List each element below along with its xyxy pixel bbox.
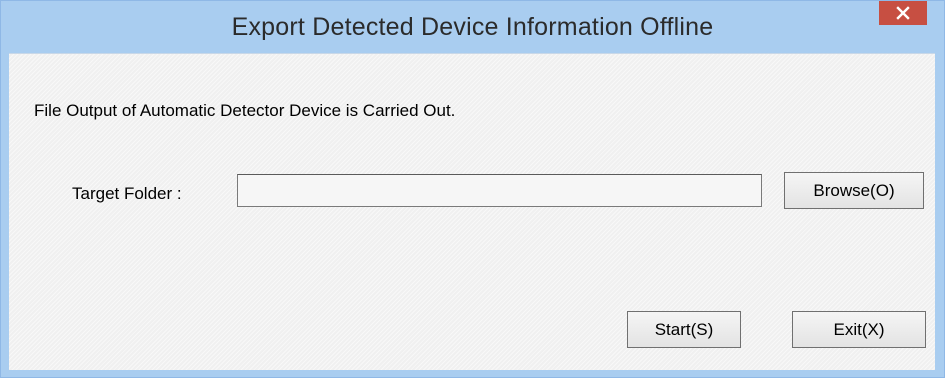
browse-button[interactable]: Browse(O): [784, 172, 924, 209]
exit-button-label: Exit(X): [833, 319, 885, 339]
start-button[interactable]: Start(S): [627, 311, 741, 348]
exit-button[interactable]: Exit(X): [792, 311, 926, 348]
start-button-label: Start(S): [654, 319, 714, 339]
window-title: Export Detected Device Information Offli…: [231, 13, 714, 41]
target-folder-label: Target Folder :: [72, 184, 182, 203]
target-folder-input[interactable]: [237, 174, 762, 207]
browse-button-label: Browse(O): [813, 180, 895, 200]
close-button[interactable]: [879, 1, 927, 25]
dialog-window: Export Detected Device Information Offli…: [0, 0, 945, 378]
title-bar[interactable]: Export Detected Device Information Offli…: [1, 1, 944, 53]
dialog-body: File Output of Automatic Detector Device…: [9, 53, 935, 370]
description-text: File Output of Automatic Detector Device…: [34, 101, 456, 120]
close-icon: [896, 6, 910, 20]
